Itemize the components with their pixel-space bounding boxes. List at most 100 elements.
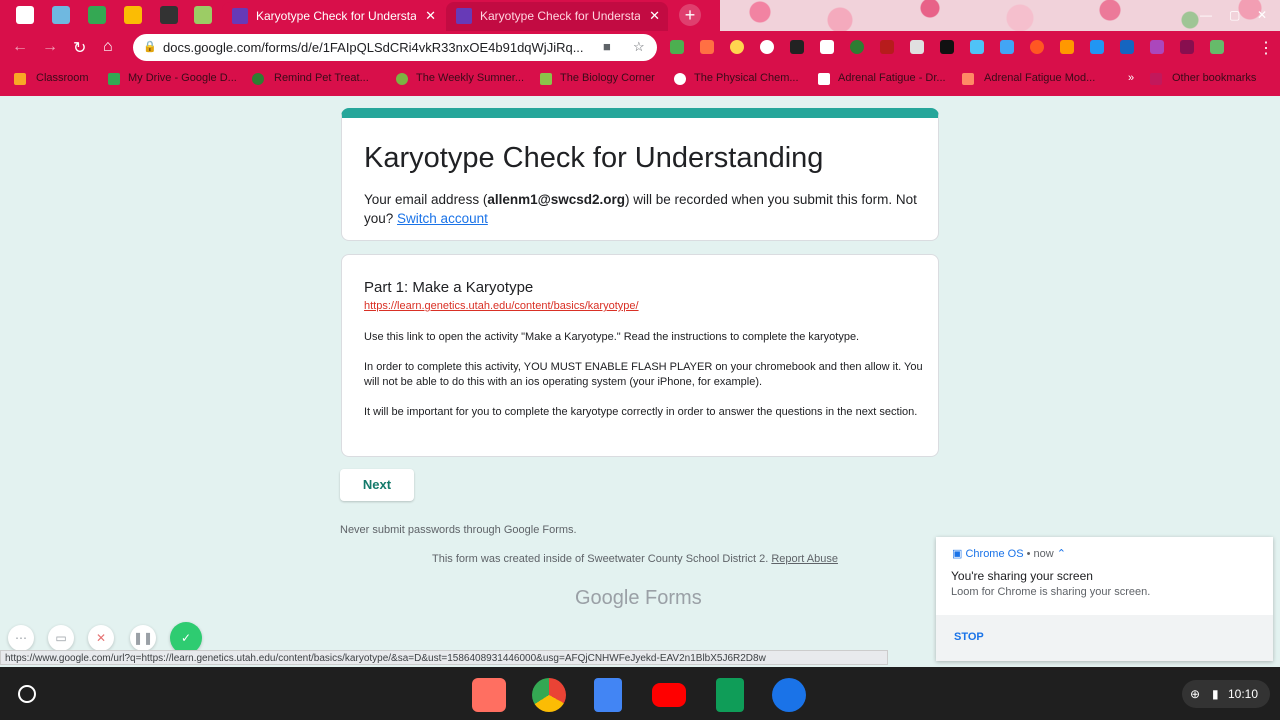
extension-icon[interactable] [820, 40, 834, 54]
form-header-card: Karyotype Check for Understanding Your e… [341, 108, 939, 241]
youtube-app-icon[interactable] [652, 683, 686, 707]
lock-icon[interactable]: 🔒 [143, 40, 157, 53]
bookmarks-bar: Classroom My Drive - Google D... Remind … [0, 64, 1280, 96]
forms-favicon-icon [456, 8, 472, 24]
extension-icon[interactable] [760, 40, 774, 54]
bookmark-item[interactable]: The Weekly Sumner... [416, 72, 524, 84]
more-bookmarks-icon[interactable]: » [1128, 72, 1134, 84]
switch-account-link[interactable]: Switch account [397, 211, 488, 226]
browser-theme-pattern [720, 0, 1280, 31]
reload-icon[interactable]: ↻ [73, 38, 86, 58]
bookmark-icon [818, 73, 830, 85]
drive-pinned-tab-icon-2[interactable] [124, 6, 142, 24]
battery-icon: ▮ [1212, 687, 1219, 701]
bookmark-item[interactable]: My Drive - Google D... [128, 72, 237, 84]
stop-sharing-button[interactable]: STOP [954, 631, 984, 643]
bookmark-star-icon[interactable]: ☆ [633, 39, 645, 55]
bookmark-icon [962, 73, 974, 85]
status-tray[interactable]: ⊕ ▮ 10:10 [1182, 680, 1270, 708]
extension-icon[interactable] [730, 40, 744, 54]
extension-icon[interactable] [850, 40, 864, 54]
classroom-pinned-tab-icon[interactable] [194, 6, 212, 24]
extension-icon[interactable] [910, 40, 924, 54]
drive-bookmark-icon [108, 73, 120, 85]
chrome-app-icon[interactable] [532, 678, 566, 712]
files-app-icon[interactable] [772, 678, 806, 712]
minimize-icon[interactable]: — [1200, 8, 1212, 22]
extension-icon[interactable] [1210, 40, 1224, 54]
report-abuse-link[interactable]: Report Abuse [771, 553, 838, 565]
bookmark-item[interactable]: Remind Pet Treat... [274, 72, 369, 84]
tab-strip: Karyotype Check for Understanding ✕ Kary… [0, 0, 1280, 31]
loom-cancel-icon[interactable]: ✕ [88, 625, 114, 651]
extension-icon[interactable] [700, 40, 714, 54]
tab-second[interactable]: Karyotype Check for Understanding ✕ [446, 2, 668, 31]
extension-icon[interactable] [1060, 40, 1074, 54]
extension-icon[interactable] [1030, 40, 1044, 54]
bookmark-icon [540, 73, 552, 85]
extension-icon[interactable] [1090, 40, 1104, 54]
extension-icon[interactable] [1180, 40, 1194, 54]
extension-icon[interactable] [1120, 40, 1134, 54]
bookmark-item[interactable]: Classroom [36, 72, 89, 84]
section-paragraph: Use this link to open the activity "Make… [364, 331, 860, 343]
gmail-pinned-tab-icon[interactable] [16, 6, 34, 24]
system-shelf: ⊕ ▮ 10:10 [0, 667, 1280, 720]
notification-source: Chrome OS [965, 548, 1024, 560]
form-title: Karyotype Check for Understanding [364, 142, 824, 174]
docs-app-icon[interactable] [594, 678, 622, 712]
notification-actions: STOP [936, 615, 1273, 661]
address-bar[interactable]: 🔒 docs.google.com/forms/d/e/1FAIpQLSdCRi… [133, 34, 657, 61]
close-icon[interactable]: ✕ [649, 8, 660, 24]
email-prefix: Your email address ( [364, 192, 488, 207]
url-text: docs.google.com/forms/d/e/1FAIpQLSdCRi4v… [163, 40, 584, 55]
camera-icon[interactable]: ■ [603, 39, 611, 54]
loom-more-icon[interactable]: ⋯ [8, 625, 34, 651]
other-bookmarks[interactable]: Other bookmarks [1172, 72, 1256, 84]
add-icon: ⊕ [1190, 687, 1201, 701]
extension-icon[interactable] [880, 40, 894, 54]
launcher-icon[interactable] [18, 685, 36, 703]
bookmark-item[interactable]: The Physical Chem... [694, 72, 799, 84]
bookmark-item[interactable]: Adrenal Fatigue Mod... [984, 72, 1095, 84]
menu-icon[interactable]: ⋮ [1258, 38, 1274, 58]
screen-share-notification: ▣ Chrome OS • now ⌃ You're sharing your … [936, 537, 1273, 661]
karyotype-link[interactable]: https://learn.genetics.utah.edu/content/… [364, 300, 639, 312]
cloud-pinned-tab-icon[interactable] [52, 6, 70, 24]
home-icon[interactable]: ⌂ [103, 38, 113, 56]
maximize-icon[interactable]: ▢ [1229, 8, 1240, 22]
drive-pinned-tab-icon[interactable] [88, 6, 106, 24]
loom-pause-icon[interactable]: ❚❚ [130, 625, 156, 651]
forward-icon[interactable]: → [42, 38, 58, 56]
back-icon[interactable]: ← [12, 38, 28, 56]
bookmark-item[interactable]: The Biology Corner [560, 72, 655, 84]
close-window-icon[interactable]: ✕ [1257, 8, 1267, 22]
contacts-pinned-tab-icon[interactable] [160, 6, 178, 24]
bookmark-item[interactable]: Adrenal Fatigue - Dr... [838, 72, 946, 84]
bookmark-icon [396, 73, 408, 85]
chevron-up-icon[interactable]: ⌃ [1057, 548, 1066, 560]
loom-camera-icon[interactable]: ▭ [48, 625, 74, 651]
sheets-app-icon[interactable] [716, 678, 744, 712]
tab-title: Karyotype Check for Understanding [256, 9, 416, 23]
section-title: Part 1: Make a Karyotype [364, 279, 534, 296]
extension-icon[interactable] [790, 40, 804, 54]
classroom-bookmark-icon [14, 73, 26, 85]
loom-app-icon[interactable] [472, 678, 506, 712]
link-status-bubble: https://www.google.com/url?q=https://lea… [0, 650, 888, 665]
tab-active[interactable]: Karyotype Check for Understanding ✕ [222, 2, 444, 31]
extension-icon[interactable] [970, 40, 984, 54]
extension-icon[interactable] [1150, 40, 1164, 54]
extension-icon[interactable] [1000, 40, 1014, 54]
section-card: Part 1: Make a Karyotype https://learn.g… [341, 254, 939, 457]
email-notice: Your email address (allenm1@swcsd2.org) … [364, 190, 924, 228]
created-notice: This form was created inside of Sweetwat… [432, 553, 838, 565]
tab-title: Karyotype Check for Understanding [480, 9, 640, 23]
browser-toolbar: ← → ↻ ⌂ 🔒 docs.google.com/forms/d/e/1FAI… [0, 31, 1280, 64]
new-tab-button[interactable]: + [679, 4, 701, 26]
extension-icon[interactable] [940, 40, 954, 54]
google-forms-logo[interactable]: Google Forms [575, 587, 702, 610]
next-button[interactable]: Next [340, 469, 414, 501]
close-icon[interactable]: ✕ [425, 8, 436, 24]
extension-icon[interactable] [670, 40, 684, 54]
